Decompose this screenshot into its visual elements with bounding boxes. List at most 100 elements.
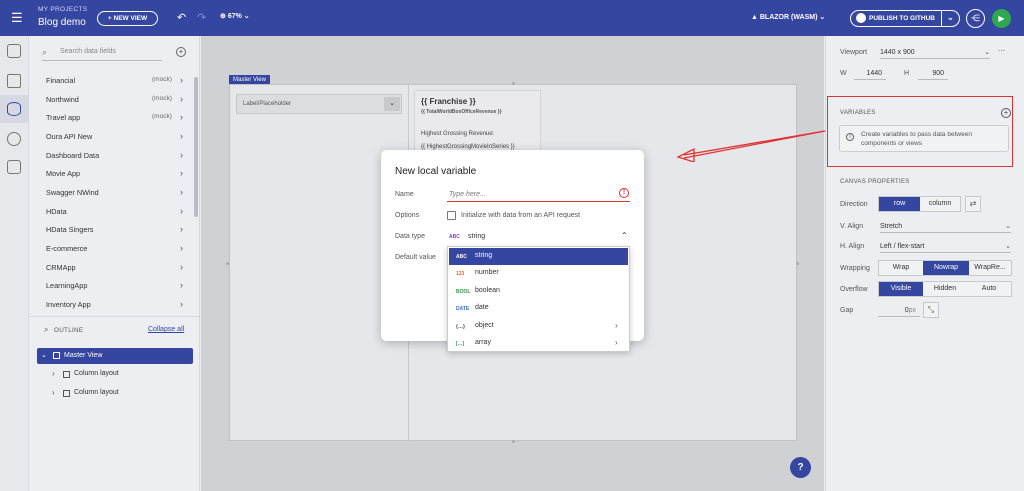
options-label: Options	[395, 212, 420, 219]
wrapping-label: Wrapping	[840, 265, 870, 272]
annotation-arrow	[676, 130, 826, 162]
tree-item-label: Column layout	[74, 370, 119, 377]
source-label: Dashboard Data	[46, 151, 100, 160]
chevron-right-icon: ›	[180, 280, 183, 290]
theme-icon[interactable]	[7, 132, 21, 146]
wrapping-nowrap[interactable]: Nowrap	[923, 261, 969, 275]
initialize-from-api-label[interactable]: Initialize with data from an API request	[461, 212, 580, 219]
chevron-down-icon[interactable]: ⌄	[41, 351, 47, 359]
source-item[interactable]: Inventory App ›	[46, 299, 186, 314]
source-item[interactable]: CRMApp ›	[46, 262, 186, 277]
valign-value: Stretch	[880, 223, 903, 230]
data-type-tag: ABC	[449, 234, 460, 240]
source-item[interactable]: Movie App ›	[46, 168, 186, 183]
source-item[interactable]: HData ›	[46, 206, 186, 221]
zoom-select[interactable]: ⊕ 67% ⌄	[220, 12, 250, 20]
resize-handle[interactable]	[226, 262, 229, 265]
link-gap-icon[interactable]: ⤡	[923, 302, 939, 318]
type-label: array	[475, 339, 491, 346]
undo-icon[interactable]: ↶	[177, 11, 186, 24]
chevron-right-icon: ›	[180, 131, 183, 141]
data-type-option-array[interactable]: […] array ›	[449, 335, 628, 352]
source-item[interactable]: Swagger NWind ›	[46, 187, 186, 202]
source-label: Northwind	[46, 95, 79, 104]
chevron-down-icon[interactable]: ⌄	[947, 13, 954, 22]
franchise-card[interactable]: {{ Franchise }} {{ TotalWorldBoxOfficeRe…	[414, 90, 541, 158]
source-item[interactable]: E-commerce ›	[46, 243, 186, 258]
new-view-button[interactable]: + NEW VIEW	[97, 11, 158, 26]
wrapping-toggle: Wrap Nowrap WrapRe...	[878, 260, 1012, 276]
views-icon[interactable]	[7, 44, 21, 58]
overflow-label: Overflow	[840, 286, 868, 293]
wrapping-wrap-reverse[interactable]: WrapRe...	[969, 261, 1011, 275]
tree-item-master-view[interactable]: ⌄ Master View	[37, 348, 193, 364]
swap-direction-icon[interactable]: ⇄	[965, 196, 981, 212]
resize-handle[interactable]	[512, 440, 515, 443]
viewport-select[interactable]: 1440 x 900 ⌄	[880, 46, 990, 59]
type-label: date	[475, 304, 489, 311]
source-item[interactable]: Travel app (mock) ›	[46, 112, 186, 127]
help-button[interactable]: ?	[790, 457, 811, 478]
outline-header: ⌕ OUTLINE Collapse all	[30, 316, 200, 340]
gap-input[interactable]: 0px	[878, 304, 920, 317]
source-item[interactable]: Oura API New ›	[46, 131, 186, 146]
chevron-right-icon: ›	[180, 75, 183, 85]
search-data-fields[interactable]: ⌕ Search data fields	[42, 44, 162, 61]
type-label: number	[475, 269, 499, 276]
data-icon[interactable]	[7, 102, 21, 116]
more-icon[interactable]: ⋯	[998, 47, 1005, 55]
sources-scrollbar[interactable]	[194, 77, 198, 217]
publish-to-github-button[interactable]: PUBLISH TO GITHUB ⌄	[850, 10, 960, 27]
data-type-select[interactable]: ABC string ⌃	[447, 231, 630, 245]
redo-icon[interactable]: ↷	[197, 11, 206, 24]
data-type-option-number[interactable]: 123 number	[449, 265, 628, 282]
source-label: CRMApp	[46, 263, 76, 272]
share-icon[interactable]: ⋲	[966, 9, 985, 28]
chevron-right-icon[interactable]: ›	[52, 369, 55, 378]
chevron-right-icon[interactable]: ›	[52, 388, 55, 397]
direction-row[interactable]: row	[879, 197, 920, 211]
source-item[interactable]: Financial (mock) ›	[46, 75, 186, 90]
valign-select[interactable]: Stretch ⌄	[880, 220, 1011, 233]
source-item[interactable]: Dashboard Data ›	[46, 150, 186, 165]
platform-select[interactable]: ▲ BLAZOR (WASM) ⌄	[751, 13, 825, 21]
play-icon[interactable]: ▶	[992, 9, 1011, 28]
initialize-from-api-checkbox[interactable]	[447, 211, 456, 220]
source-label: HData Singers	[46, 225, 94, 234]
add-data-source-icon[interactable]: +	[176, 47, 186, 57]
hamburger-icon[interactable]: ☰	[11, 11, 23, 25]
chevron-down-icon: ⌄	[1005, 243, 1011, 250]
add-variable-icon[interactable]: +	[1001, 108, 1011, 118]
type-tag: BOOL	[456, 289, 471, 295]
direction-column[interactable]: column	[920, 197, 960, 211]
components-icon[interactable]	[7, 74, 21, 88]
resize-handle[interactable]	[512, 82, 515, 85]
data-type-option-date[interactable]: DATE date	[449, 300, 628, 317]
valign-label: V. Align	[840, 223, 864, 230]
source-label: HData	[46, 207, 67, 216]
zoom-value: 67%	[227, 13, 242, 20]
tree-item-column-layout[interactable]: › Column layout	[52, 369, 192, 383]
wrapping-wrap[interactable]: Wrap	[879, 261, 923, 275]
overflow-hidden[interactable]: Hidden	[923, 282, 967, 296]
search-icon[interactable]: ⌕	[44, 325, 48, 335]
resize-handle[interactable]	[796, 262, 799, 265]
data-type-option-boolean[interactable]: BOOL boolean	[449, 283, 628, 300]
data-type-option-object[interactable]: {…} object ›	[449, 318, 628, 335]
placeholder-dropdown[interactable]: Label/Placeholder ⌄	[236, 94, 402, 114]
overflow-visible[interactable]: Visible	[879, 282, 923, 296]
width-input[interactable]: 1440	[854, 67, 886, 80]
data-type-option-string[interactable]: ABC string	[449, 248, 628, 265]
my-projects-link[interactable]: MY PROJECTS	[38, 6, 87, 13]
source-item[interactable]: LearningApp ›	[46, 280, 186, 295]
source-item[interactable]: HData Singers ›	[46, 224, 186, 239]
overflow-auto[interactable]: Auto	[967, 282, 1011, 296]
height-input[interactable]: 900	[918, 67, 948, 80]
halign-select[interactable]: Left / flex-start ⌄	[880, 240, 1011, 253]
collapse-all-link[interactable]: Collapse all	[148, 326, 184, 333]
source-item[interactable]: Northwind (mock) ›	[46, 94, 186, 109]
variable-name-input[interactable]: Type here... !	[447, 187, 630, 202]
source-label: Swagger NWind	[46, 188, 99, 197]
assets-icon[interactable]	[7, 160, 21, 174]
tree-item-column-layout[interactable]: › Column layout	[52, 388, 192, 402]
